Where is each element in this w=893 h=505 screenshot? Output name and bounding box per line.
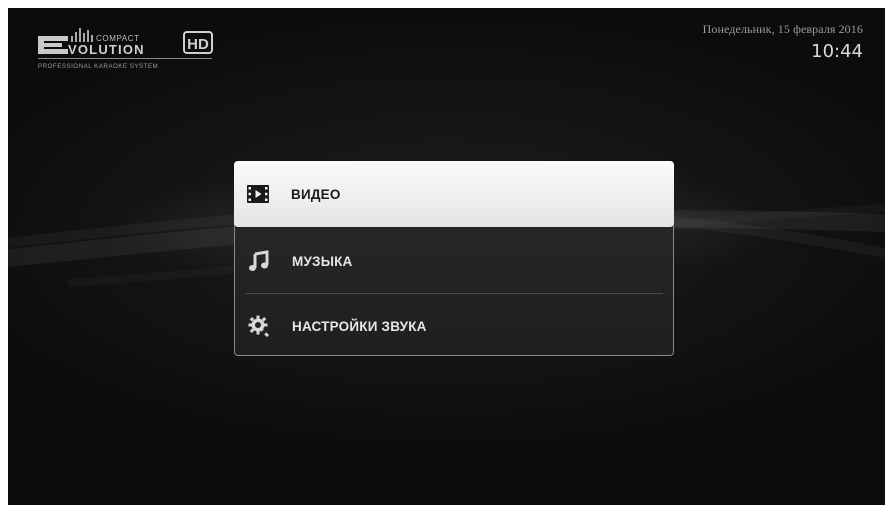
current-date: Понедельник, 15 февраля 2016 bbox=[702, 22, 863, 36]
logo-volution-text: VOLUTION bbox=[68, 42, 145, 57]
brand-logo: COMPACT VOLUTION HD PROFESSIONAL KARAOKE… bbox=[38, 24, 218, 74]
menu-item-label: НАСТРОЙКИ ЗВУКА bbox=[292, 318, 427, 334]
video-icon bbox=[247, 183, 269, 205]
music-icon bbox=[248, 250, 270, 272]
date-time-display: Понедельник, 15 февраля 2016 10:44 bbox=[703, 22, 863, 62]
menu-item-label: МУЗЫКА bbox=[292, 253, 353, 269]
menu-item-label: ВИДЕО bbox=[291, 186, 341, 202]
menu-item-music[interactable]: МУЗЫКА bbox=[235, 229, 673, 293]
sound-settings-icon bbox=[248, 315, 270, 337]
current-time: 10:44 bbox=[811, 41, 863, 62]
menu-item-sound-settings[interactable]: НАСТРОЙКИ ЗВУКА bbox=[235, 294, 673, 358]
karaoke-screen: COMPACT VOLUTION HD PROFESSIONAL KARAOKE… bbox=[8, 8, 885, 505]
main-menu: ВИДЕО МУЗЫКА НАСТРОЙКИ ЗВУКА bbox=[234, 161, 674, 356]
menu-item-video[interactable]: ВИДЕО bbox=[234, 161, 674, 227]
logo-tagline: PROFESSIONAL KARAOKE SYSTEM bbox=[38, 63, 158, 70]
logo-hd-badge: HD bbox=[187, 36, 209, 53]
